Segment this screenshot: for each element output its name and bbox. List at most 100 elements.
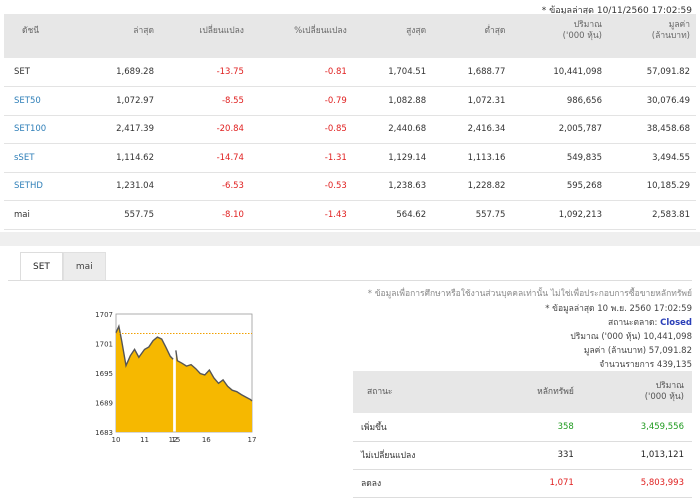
y-tick-label: 1701: [95, 341, 113, 349]
cell-last: 1,689.28: [80, 58, 160, 87]
cell-val: 38,458.68: [607, 115, 696, 144]
cell-name[interactable]: SET100: [4, 115, 81, 144]
cell-pct: -1.31: [249, 143, 353, 173]
table-row: SETHD 1,231.04 -6.53 -0.53 1,238.63 1,228.82 5…: [4, 172, 696, 201]
cell-name[interactable]: sSET: [4, 143, 81, 173]
intraday-chart: 1707 1701 1695 1689 1683 10 11 12 15 16 17: [84, 300, 262, 450]
x-tick-label: 15: [171, 436, 180, 444]
table-row: ไม่เปลี่ยนแปลง 331 1,013,121: [353, 441, 692, 470]
tab-underline: [8, 280, 692, 281]
x-tick-label: 11: [140, 436, 149, 444]
info-as-of: * ข้อมูลล่าสุด 10 พ.ย. 2560 17:02:59: [545, 304, 692, 314]
cell-low: 1,113.16: [432, 143, 512, 173]
index-table: ดัชนี ล่าสุด เปลี่ยนแปลง %เปลี่ยนแปลง สูงสุด…: [4, 14, 696, 230]
table-row: SET 1,689.28 -13.75 -0.81 1,704.51 1,688.77 10…: [4, 58, 696, 87]
table-row: sSET 1,114.62 -14.74 -1.31 1,129.14 1,113.16 5…: [4, 143, 696, 173]
cell-last: 1,114.62: [80, 143, 160, 173]
cell-pct: -0.53: [249, 172, 353, 201]
status-cell-count: 358: [483, 413, 582, 442]
cell-vol: 1,092,213: [511, 200, 608, 230]
status-cell-volume: 1,013,121: [581, 441, 692, 470]
tab-mai[interactable]: mai: [62, 252, 106, 280]
cell-val: 3,494.55: [607, 143, 696, 173]
header-col-4: สูงสุด: [352, 14, 433, 58]
market-status-label: สถานะตลาด:: [608, 318, 658, 328]
x-tick-label: 17: [248, 436, 257, 444]
cell-vol: 10,441,098: [511, 58, 608, 87]
info-volume: ปริมาณ ('000 หุ้น) 10,441,098: [570, 332, 692, 342]
y-tick-label: 1689: [95, 400, 113, 408]
cell-chg: -14.74: [160, 143, 250, 173]
cell-name[interactable]: SETHD: [4, 172, 81, 201]
advance-decline-header: สถานะ หลักทรัพย์ ปริมาณ ('000 หุ้น): [353, 371, 692, 413]
cell-high: 1,704.51: [352, 58, 433, 87]
cell-high: 1,238.63: [352, 172, 433, 201]
cell-last: 1,231.04: [80, 172, 160, 201]
status-cell-label: ไม่เปลี่ยนแปลง: [353, 441, 484, 470]
cell-vol: 2,005,787: [511, 115, 608, 144]
cell-val: 10,185.29: [607, 172, 696, 201]
header-securities: หลักทรัพย์: [483, 371, 582, 413]
header-col-5: ต่ำสุด: [432, 14, 512, 58]
market-tabs: SET mai: [20, 252, 106, 280]
cell-high: 2,440.68: [352, 115, 433, 144]
cell-chg: -8.10: [160, 200, 250, 230]
header-col-1: ล่าสุด: [80, 14, 160, 58]
cell-last: 557.75: [80, 200, 160, 230]
cell-last: 2,417.39: [80, 115, 160, 144]
header-col-6: ปริมาณ ('000 หุ้น): [511, 14, 608, 58]
header-col-3: %เปลี่ยนแปลง: [249, 14, 353, 58]
table-row: SET100 2,417.39 -20.84 -0.85 2,440.68 2,416.3…: [4, 115, 696, 144]
intraday-chart-svg: 1707170116951689168310 11 1215 16 17: [95, 311, 257, 444]
status-cell-volume: 3,459,556: [581, 413, 692, 442]
cell-val: 30,076.49: [607, 86, 696, 116]
cell-low: 557.75: [432, 200, 512, 230]
advance-decline-table: สถานะ หลักทรัพย์ ปริมาณ ('000 หุ้น) เพิ่…: [353, 371, 692, 498]
status-cell-label: เพิ่มขึ้น: [353, 413, 484, 442]
info-trades: จำนวนรายการ 439,135: [599, 360, 692, 370]
header-status: สถานะ: [353, 371, 484, 413]
cell-pct: -0.79: [249, 86, 353, 116]
cell-chg: -13.75: [160, 58, 250, 87]
disclaimer-text: * ข้อมูลเพื่อการศึกษาหรือใช้งานส่วนบุคคล…: [367, 289, 692, 299]
table-row: ลดลง 1,071 5,803,993: [353, 469, 692, 498]
cell-low: 1,228.82: [432, 172, 512, 201]
cell-high: 1,129.14: [352, 143, 433, 173]
cell-name[interactable]: SET50: [4, 86, 81, 116]
cell-vol: 549,835: [511, 143, 608, 173]
status-cell-count: 331: [483, 441, 582, 470]
section-divider: [0, 232, 700, 246]
table-row: SET50 1,072.97 -8.55 -0.79 1,082.88 1,072.31 9…: [4, 86, 696, 116]
cell-name: mai: [4, 200, 81, 230]
y-tick-label: 1683: [95, 429, 113, 437]
status-cell-count: 1,071: [483, 469, 582, 498]
header-col-0: ดัชนี: [4, 14, 81, 58]
index-table-header: ดัชนี ล่าสุด เปลี่ยนแปลง %เปลี่ยนแปลง สูงสุด…: [4, 14, 696, 58]
cell-chg: -6.53: [160, 172, 250, 201]
cell-vol: 986,656: [511, 86, 608, 116]
header-col-2: เปลี่ยนแปลง: [160, 14, 250, 58]
table-row: เพิ่มขึ้น 358 3,459,556: [353, 413, 692, 442]
header-volume: ปริมาณ ('000 หุ้น): [581, 371, 692, 413]
cell-val: 57,091.82: [607, 58, 696, 87]
header-col-7: มูลค่า (ล้านบาท): [607, 14, 696, 58]
tab-set[interactable]: SET: [20, 252, 63, 280]
cell-last: 1,072.97: [80, 86, 160, 116]
status-cell-volume: 5,803,993: [581, 469, 692, 498]
x-tick-label: 10: [112, 436, 121, 444]
cell-name: SET: [4, 58, 81, 87]
cell-high: 564.62: [352, 200, 433, 230]
market-status: สถานะตลาด: Closed: [608, 315, 692, 329]
table-row: mai 557.75 -8.10 -1.43 564.62 557.75 1,092,213…: [4, 200, 696, 230]
cell-val: 2,583.81: [607, 200, 696, 230]
cell-chg: -20.84: [160, 115, 250, 144]
cell-low: 1,072.31: [432, 86, 512, 116]
cell-pct: -1.43: [249, 200, 353, 230]
cell-vol: 595,268: [511, 172, 608, 201]
cell-low: 1,688.77: [432, 58, 512, 87]
cell-pct: -0.81: [249, 58, 353, 87]
y-tick-label: 1695: [95, 370, 113, 378]
status-cell-label: ลดลง: [353, 469, 484, 498]
y-tick-label: 1707: [95, 311, 113, 319]
x-tick-label: 16: [202, 436, 211, 444]
